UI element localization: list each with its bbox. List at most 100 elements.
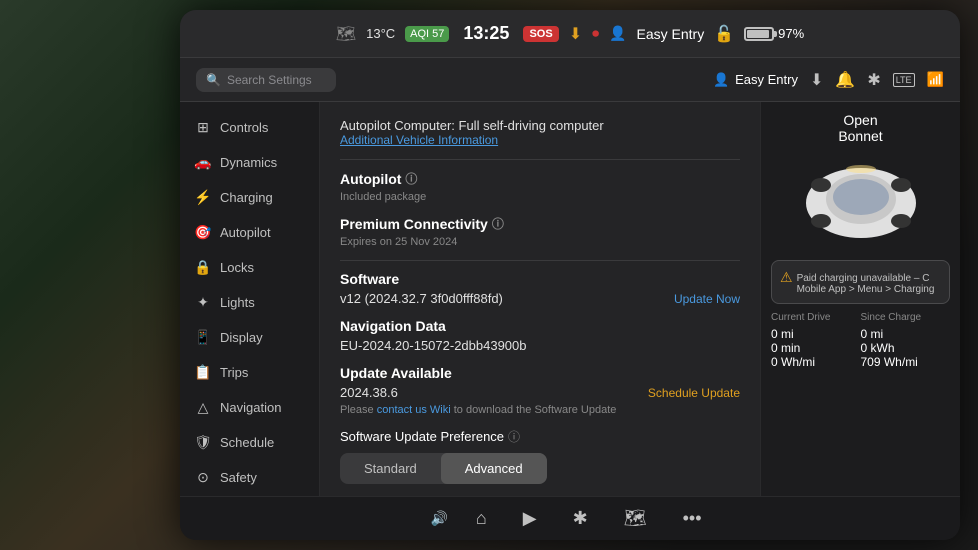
warning-text: Paid charging unavailable – C Mobile App…: [797, 273, 935, 295]
search-icon: 🔍: [206, 73, 221, 87]
person-icon: 👤: [713, 72, 729, 88]
download-icon: ⬇: [569, 24, 582, 44]
sidebar-item-dynamics[interactable]: 🚗 Dynamics: [180, 145, 319, 180]
preference-label-text: Software Update Preference: [340, 429, 504, 444]
sidebar-item-controls[interactable]: ⊞ Controls: [180, 110, 319, 145]
since-charge-col: Since Charge 0 mi 0 kWh 709 Wh/mi: [861, 312, 951, 369]
home-icon[interactable]: ⌂: [468, 504, 495, 533]
schedule-icon: 🛡: [194, 434, 212, 451]
sidebar-label-lights: Lights: [220, 295, 255, 310]
sidebar-item-charging[interactable]: ⚡ Charging: [180, 180, 319, 215]
sidebar-item-display[interactable]: 📱 Display: [180, 320, 319, 355]
dynamics-icon: 🚗: [194, 154, 212, 171]
sidebar-label-safety: Safety: [220, 470, 257, 485]
preference-buttons: Standard Advanced: [340, 453, 547, 484]
sidebar-item-autopilot[interactable]: 🎯 Autopilot: [180, 215, 319, 250]
open-bonnet-button[interactable]: Open Bonnet: [838, 112, 882, 144]
update-note-text: Please: [340, 404, 374, 416]
warning-icon: ⚠: [780, 269, 793, 286]
vehicle-info-link[interactable]: Additional Vehicle Information: [340, 133, 740, 147]
sidebar-item-trips[interactable]: 📋 Trips: [180, 355, 319, 390]
nav-data-label: Navigation Data: [340, 318, 446, 334]
update-available-header: Update Available: [340, 365, 740, 381]
bluetooth-taskbar-icon[interactable]: ✱: [565, 504, 596, 533]
software-version-row: v12 (2024.32.7 3f0d0fff88fd) Update Now: [340, 291, 740, 306]
autopilot-icon: 🎯: [194, 224, 212, 241]
drive-stats-section: Current Drive 0 mi 0 min 0 Wh/mi Since C…: [771, 312, 950, 369]
car-image: [771, 152, 951, 252]
nav-easy-entry[interactable]: 👤 Easy Entry: [713, 72, 798, 88]
sidebar-label-controls: Controls: [220, 120, 268, 135]
volume-icon: 🔊: [430, 510, 447, 527]
map-icon: 🗺: [336, 24, 356, 44]
bell-icon[interactable]: 🔔: [835, 70, 855, 90]
preference-info-icon: ⓘ: [508, 428, 520, 445]
time-display: 13:25: [463, 23, 509, 44]
sidebar-label-locks: Locks: [220, 260, 254, 275]
media-icon[interactable]: ▶: [515, 504, 545, 533]
sidebar-label-charging: Charging: [220, 190, 273, 205]
sidebar-item-lights[interactable]: ✦ Lights: [180, 285, 319, 320]
sidebar-item-navigation[interactable]: △ Navigation: [180, 390, 319, 425]
update-link[interactable]: contact us Wiki: [377, 404, 451, 416]
more-icon[interactable]: •••: [675, 504, 710, 533]
autopilot-header: Autopilot ⓘ: [340, 170, 740, 187]
nav-icons: 👤 Easy Entry ⬇ 🔔 ✱ LTE 📶: [713, 70, 944, 90]
charging-icon: ⚡: [194, 189, 212, 206]
sidebar: ⊞ Controls 🚗 Dynamics ⚡ Charging 🎯 Autop…: [180, 102, 320, 496]
profile-icon: 👤: [609, 25, 626, 42]
connectivity-expiry: Expires on 25 Nov 2024: [340, 236, 740, 248]
main-content: ⊞ Controls 🚗 Dynamics ⚡ Charging 🎯 Autop…: [180, 102, 960, 496]
main-screen: 🗺 13°C AQI 57 13:25 SOS ⬇ ⏺ 👤 Easy Entry…: [180, 10, 960, 540]
schedule-update-button[interactable]: Schedule Update: [648, 386, 740, 400]
bluetooth-icon[interactable]: ✱: [867, 70, 880, 90]
easy-entry-status[interactable]: Easy Entry: [637, 26, 705, 42]
update-available-label: Update Available: [340, 365, 452, 381]
connectivity-section: Premium Connectivity ⓘ Expires on 25 Nov…: [340, 215, 740, 248]
air-quality-badge: AQI 57: [405, 26, 449, 42]
update-version: 2024.38.6: [340, 385, 398, 400]
volume-control[interactable]: 🔊: [430, 510, 447, 527]
sidebar-label-trips: Trips: [220, 365, 248, 380]
pref-standard-button[interactable]: Standard: [340, 453, 441, 484]
connectivity-info-icon: ⓘ: [492, 215, 504, 232]
update-version-row: 2024.38.6 Schedule Update: [340, 385, 740, 400]
since-charge-whmi: 709 Wh/mi: [861, 355, 951, 369]
nav-data-section: Navigation Data EU-2024.20-15072-2dbb439…: [340, 318, 740, 353]
signal-icon: 📶: [927, 71, 944, 88]
download-nav-icon[interactable]: ⬇: [810, 70, 823, 90]
current-drive-col: Current Drive 0 mi 0 min 0 Wh/mi: [771, 312, 861, 369]
sidebar-item-locks[interactable]: 🔒 Locks: [180, 250, 319, 285]
autopilot-section: Autopilot ⓘ Included package: [340, 170, 740, 203]
lights-icon: ✦: [194, 294, 212, 311]
divider-1: [340, 159, 740, 160]
display-icon: 📱: [194, 329, 212, 346]
lte-badge: LTE: [893, 73, 915, 87]
autopilot-label: Autopilot: [340, 171, 401, 187]
sidebar-item-safety[interactable]: ⊙ Safety: [180, 460, 319, 495]
easy-entry-nav-label: Easy Entry: [735, 72, 798, 87]
sidebar-item-schedule[interactable]: 🛡 Schedule: [180, 425, 319, 460]
charging-warning: ⚠ Paid charging unavailable – C Mobile A…: [771, 260, 950, 304]
since-charge-label: Since Charge: [861, 312, 951, 323]
record-icon: ⏺: [592, 25, 599, 42]
preference-label: Software Update Preference ⓘ: [340, 428, 740, 445]
sos-badge: SOS: [523, 26, 558, 42]
nav-data-header: Navigation Data: [340, 318, 740, 334]
sidebar-label-autopilot: Autopilot: [220, 225, 271, 240]
nav-bar: 🔍 Search Settings 👤 Easy Entry ⬇ 🔔 ✱ LTE…: [180, 58, 960, 102]
current-drive-min: 0 min: [771, 341, 861, 355]
software-header: Software: [340, 271, 740, 287]
lock-icon: 🔓: [714, 24, 734, 44]
pref-advanced-button[interactable]: Advanced: [441, 453, 547, 484]
maps-icon[interactable]: 🗺: [616, 504, 655, 533]
search-box[interactable]: 🔍 Search Settings: [196, 68, 336, 92]
status-bar: 🗺 13°C AQI 57 13:25 SOS ⬇ ⏺ 👤 Easy Entry…: [180, 10, 960, 58]
battery-indicator: 97%: [744, 26, 804, 41]
navigation-icon: △: [194, 399, 212, 416]
locks-icon: 🔒: [194, 259, 212, 276]
update-now-button[interactable]: Update Now: [674, 292, 740, 306]
autopilot-computer-text: Autopilot Computer: Full self-driving co…: [340, 118, 740, 133]
connectivity-header: Premium Connectivity ⓘ: [340, 215, 740, 232]
taskbar: 🔊 ⌂ ▶ ✱ 🗺 •••: [180, 496, 960, 540]
